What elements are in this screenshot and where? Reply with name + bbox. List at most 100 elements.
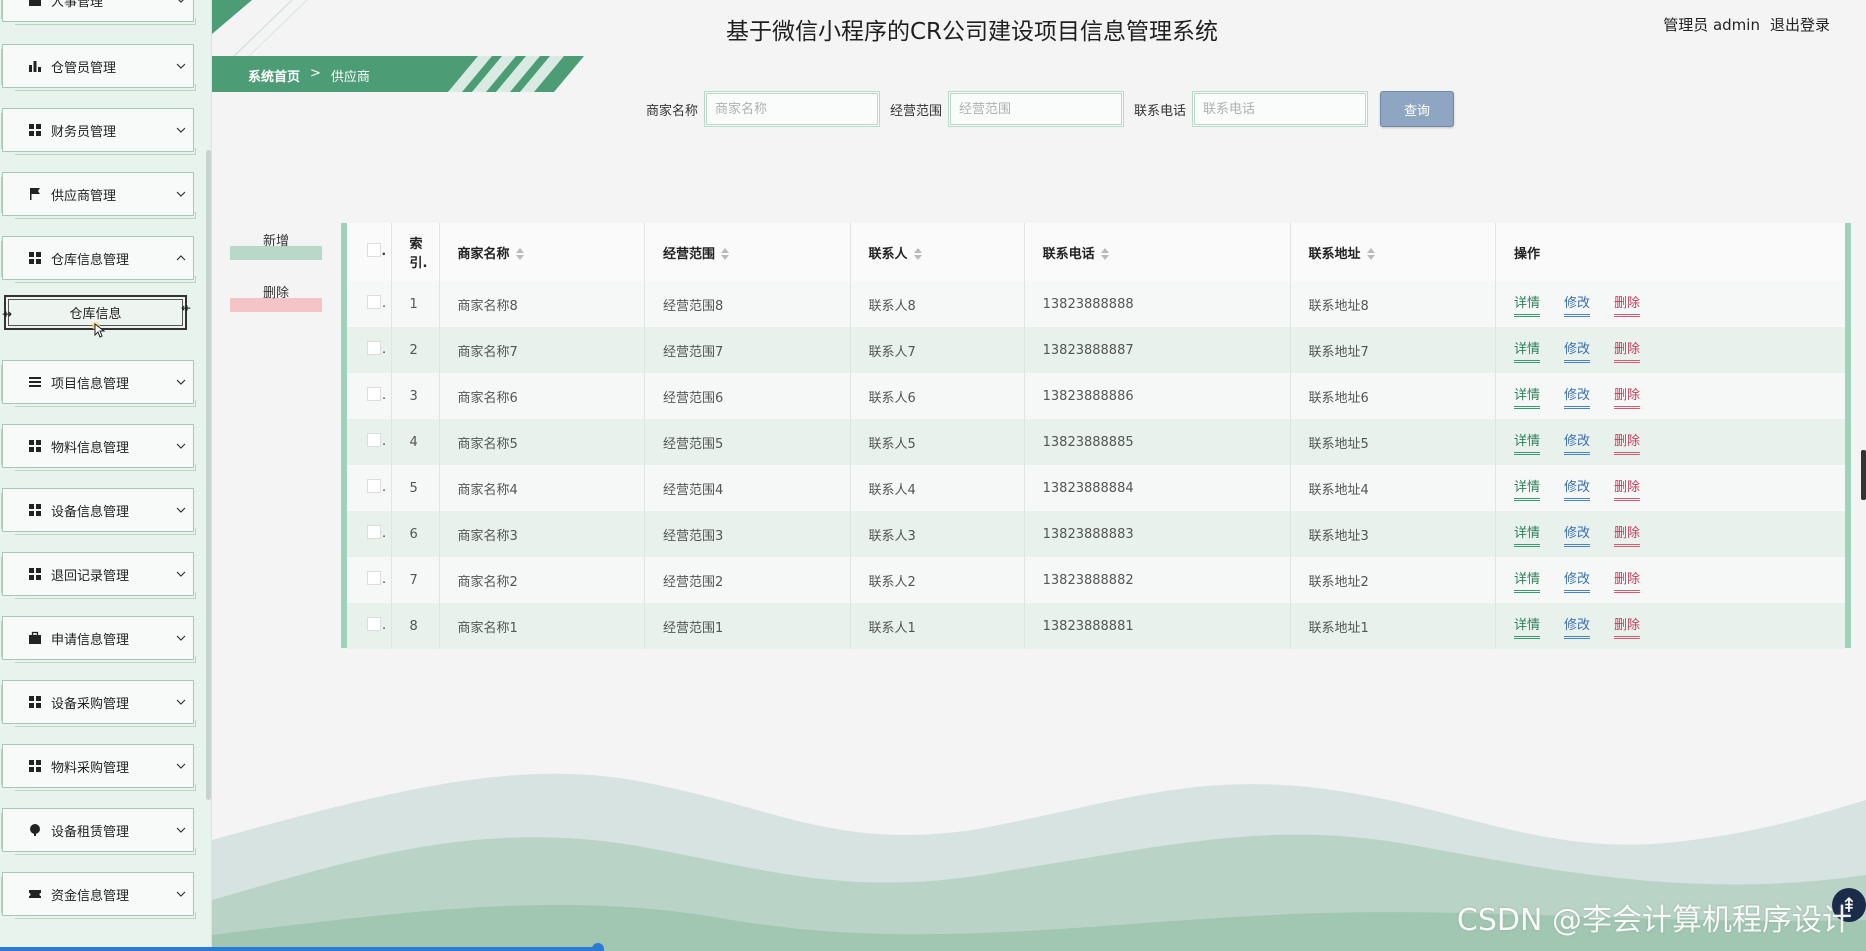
header-address[interactable]: 联系地址 xyxy=(1290,223,1497,281)
progress-handle[interactable] xyxy=(592,943,604,951)
cell-ops: 详情 修改 删除 xyxy=(1496,465,1845,511)
grid-icon xyxy=(25,251,45,265)
sidebar-item-10[interactable]: 申请信息管理 xyxy=(1,616,196,663)
cell-index: 4 xyxy=(391,419,440,465)
table-row: 1商家名称8经营范围8联系人813823888888联系地址8详情修改删除 xyxy=(347,281,1845,327)
row-checkbox[interactable] xyxy=(367,617,386,632)
merchant-name-input[interactable] xyxy=(704,91,881,127)
sort-icon[interactable] xyxy=(1100,248,1109,260)
batch-delete-button[interactable]: 删除 xyxy=(230,282,322,312)
sidebar-item-14[interactable]: 资金信息管理 xyxy=(1,872,196,919)
header-scope[interactable]: 经营范围 xyxy=(644,223,851,281)
detail-link[interactable]: 详情 xyxy=(1514,430,1541,455)
edit-link[interactable]: 修改 xyxy=(1564,522,1591,547)
delete-link[interactable]: 删除 xyxy=(1614,338,1641,363)
delete-link[interactable]: 删除 xyxy=(1614,568,1641,593)
delete-link[interactable]: 删除 xyxy=(1614,614,1641,639)
sidebar-item-label: 退回记录管理 xyxy=(51,568,130,584)
select-all-checkbox[interactable] xyxy=(367,243,386,258)
sidebar-item-5[interactable]: 仓库信息管理 xyxy=(1,236,196,283)
delete-link[interactable]: 删除 xyxy=(1614,522,1641,547)
search-label-scope: 经营范围 xyxy=(890,103,943,119)
row-checkbox[interactable] xyxy=(367,295,386,310)
row-checkbox[interactable] xyxy=(367,341,386,356)
edit-link[interactable]: 修改 xyxy=(1564,338,1591,363)
row-select-cell[interactable] xyxy=(347,281,392,327)
row-checkbox[interactable] xyxy=(367,571,386,586)
business-scope-input[interactable] xyxy=(948,91,1125,127)
sort-icon[interactable] xyxy=(721,248,730,260)
detail-link[interactable]: 详情 xyxy=(1514,522,1541,547)
cell-contact: 联系人7 xyxy=(850,327,1025,373)
mouse-cursor-icon xyxy=(92,322,106,338)
chevron-down-icon xyxy=(169,699,193,705)
header-name[interactable]: 商家名称 xyxy=(439,223,646,281)
select-all-header[interactable] xyxy=(347,223,392,281)
delete-link[interactable]: 删除 xyxy=(1614,476,1641,501)
header-contact[interactable]: 联系人 xyxy=(850,223,1025,281)
detail-link[interactable]: 详情 xyxy=(1514,476,1541,501)
row-checkbox[interactable] xyxy=(367,387,386,402)
row-checkbox[interactable] xyxy=(367,433,386,448)
detail-link[interactable]: 详情 xyxy=(1514,568,1541,593)
detail-link[interactable]: 详情 xyxy=(1514,338,1541,363)
chevron-down-icon xyxy=(169,827,193,833)
sidebar-item-13[interactable]: 设备租赁管理 xyxy=(1,808,196,855)
sidebar-item-3[interactable]: 财务员管理 xyxy=(1,108,196,155)
sort-icon[interactable] xyxy=(1366,248,1375,260)
row-select-cell[interactable] xyxy=(347,557,392,603)
search-button[interactable]: 查询 xyxy=(1380,91,1455,127)
edit-link[interactable]: 修改 xyxy=(1564,384,1591,409)
row-select-cell[interactable] xyxy=(347,327,392,373)
sort-icon[interactable] xyxy=(913,248,922,260)
grid-icon xyxy=(25,567,45,581)
cell-contact: 联系人3 xyxy=(850,511,1025,557)
sidebar-item-12[interactable]: 物料采购管理 xyxy=(1,744,196,791)
sidebar-item-label: 设备信息管理 xyxy=(51,504,130,520)
breadcrumb-home[interactable]: 系统首页 xyxy=(248,66,300,85)
phone-input[interactable] xyxy=(1192,91,1369,127)
sidebar-item-9[interactable]: 退回记录管理 xyxy=(1,552,196,599)
logout-link[interactable]: 退出登录 xyxy=(1770,14,1830,35)
cell-scope: 经营范围8 xyxy=(644,281,851,327)
cell-name: 商家名称8 xyxy=(439,281,646,327)
detail-link[interactable]: 详情 xyxy=(1514,384,1541,409)
table-row: 5商家名称4经营范围4联系人413823888884联系地址4详情修改删除 xyxy=(347,465,1845,511)
cell-index: 2 xyxy=(391,327,440,373)
edit-link[interactable]: 修改 xyxy=(1564,430,1591,455)
sort-icon[interactable] xyxy=(515,248,524,260)
row-checkbox[interactable] xyxy=(367,479,386,494)
header-phone[interactable]: 联系电话 xyxy=(1024,223,1291,281)
person-icon xyxy=(25,0,45,7)
cell-contact: 联系人1 xyxy=(850,603,1025,649)
delete-link[interactable]: 删除 xyxy=(1614,384,1641,409)
row-select-cell[interactable] xyxy=(347,511,392,557)
sidebar-item-1[interactable]: 人事管理 xyxy=(1,0,196,25)
row-select-cell[interactable] xyxy=(347,373,392,419)
sidebar-item-2[interactable]: 仓管员管理 xyxy=(1,44,196,91)
sidebar-item-6[interactable]: 项目信息管理 xyxy=(1,360,196,407)
detail-link[interactable]: 详情 xyxy=(1514,614,1541,639)
row-checkbox[interactable] xyxy=(367,525,386,540)
add-button[interactable]: 新增 xyxy=(230,230,322,260)
detail-link[interactable]: 详情 xyxy=(1514,292,1541,317)
cell-ops: 详情 修改 删除 xyxy=(1496,603,1845,649)
sidebar-item-8[interactable]: 设备信息管理 xyxy=(1,488,196,535)
row-select-cell[interactable] xyxy=(347,419,392,465)
row-select-cell[interactable] xyxy=(347,465,392,511)
row-select-cell[interactable] xyxy=(347,603,392,649)
chevron-down-icon xyxy=(169,571,193,577)
sidebar-item-11[interactable]: 设备采购管理 xyxy=(1,680,196,727)
sidebar-item-4[interactable]: 供应商管理 xyxy=(1,172,196,219)
cell-scope: 经营范围5 xyxy=(644,419,851,465)
edit-link[interactable]: 修改 xyxy=(1564,476,1591,501)
edit-link[interactable]: 修改 xyxy=(1564,614,1591,639)
edit-link[interactable]: 修改 xyxy=(1564,568,1591,593)
sidebar-item-label: 仓库信息管理 xyxy=(51,252,130,268)
delete-link[interactable]: 删除 xyxy=(1614,430,1641,455)
sidebar-scrollbar[interactable] xyxy=(206,150,211,800)
delete-link[interactable]: 删除 xyxy=(1614,292,1641,317)
sidebar-item-7[interactable]: 物料信息管理 xyxy=(1,424,196,471)
page-scrollbar[interactable] xyxy=(1861,450,1866,500)
edit-link[interactable]: 修改 xyxy=(1564,292,1591,317)
